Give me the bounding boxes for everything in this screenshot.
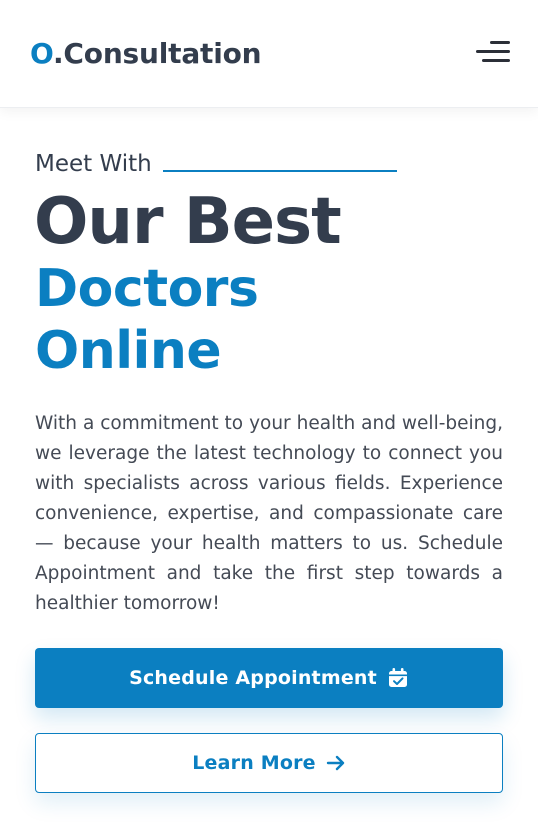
heading-line-3: Online [35,321,222,381]
arrow-right-icon [326,753,346,773]
menu-line [482,59,510,62]
schedule-appointment-button[interactable]: Schedule Appointment [35,648,503,708]
logo-text: .Consultation [53,37,262,70]
brand-logo[interactable]: O.Consultation [30,37,262,71]
logo-mark: O [30,37,53,70]
heading-line-2: Doctors [35,259,259,319]
eyebrow-text: Meet With [35,151,152,177]
hamburger-menu-icon[interactable] [474,38,510,66]
top-header: O.Consultation [0,0,538,108]
schedule-appointment-label: Schedule Appointment [129,667,377,689]
menu-line [476,50,510,53]
calendar-check-icon [387,667,409,689]
hero-eyebrow: Meet With [35,148,397,180]
hero-description: With a commitment to your health and wel… [35,413,503,614]
eyebrow-divider [162,170,397,172]
learn-more-button[interactable]: Learn More [35,733,503,793]
learn-more-label: Learn More [192,752,316,774]
heading-line-1: Our Best [34,185,342,259]
menu-line [490,41,510,44]
